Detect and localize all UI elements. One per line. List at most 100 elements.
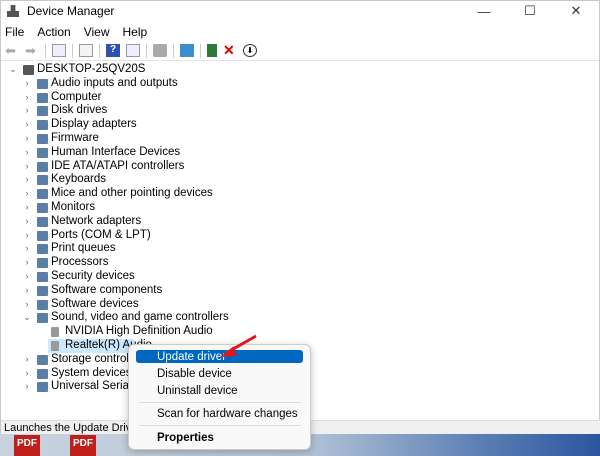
chevron-right-icon[interactable]: › (23, 256, 31, 270)
chevron-right-icon[interactable]: › (23, 77, 31, 91)
action-pane-icon[interactable] (126, 44, 140, 57)
device-icon (37, 230, 48, 241)
chevron-right-icon[interactable]: › (23, 201, 31, 215)
menu-view[interactable]: View (84, 25, 110, 39)
chevron-right-icon[interactable]: › (23, 353, 31, 367)
tree-item[interactable]: › IDE ATA/ATAPI controllers (1, 160, 599, 174)
close-button[interactable]: ✕ (553, 1, 599, 21)
forward-icon[interactable]: ➡ (25, 44, 39, 57)
tree-item[interactable]: › Audio inputs and outputs (1, 77, 599, 91)
chevron-right-icon[interactable]: › (23, 229, 31, 243)
tree-item[interactable]: › Mice and other pointing devices (1, 187, 599, 201)
tree-item[interactable]: › Display adapters (1, 118, 599, 132)
tree-item-label: Software components (51, 283, 163, 296)
tree-item-label: Security devices (51, 269, 135, 282)
tree-item-label: Mice and other pointing devices (51, 187, 213, 200)
tree-item[interactable]: › Disk drives (1, 104, 599, 118)
device-icon (37, 354, 48, 365)
tree-item[interactable]: › Firmware (1, 132, 599, 146)
tree-item-label: Sound, video and game controllers (51, 311, 229, 324)
menu-action[interactable]: Action (37, 25, 70, 39)
menu-update-driver[interactable]: Update driver (157, 350, 226, 364)
device-manager-icon (7, 5, 19, 17)
chevron-right-icon[interactable]: › (23, 91, 31, 105)
tree-item[interactable]: › Keyboards (1, 173, 599, 187)
device-icon (37, 244, 48, 255)
device-icon (37, 106, 48, 117)
device-icon (51, 340, 59, 351)
menu-disable-device[interactable]: Disable device (157, 367, 232, 381)
help-icon[interactable]: ? (106, 44, 120, 57)
properties-icon[interactable] (79, 44, 93, 57)
menu-scan-hardware[interactable]: Scan for hardware changes (157, 407, 298, 421)
tree-item-label: Ports (COM & LPT) (51, 228, 151, 241)
tree-item[interactable]: › Software components (1, 284, 599, 298)
device-icon (37, 147, 48, 158)
disable-icon[interactable]: ⬇ (243, 44, 257, 57)
device-icon (37, 133, 48, 144)
chevron-right-icon[interactable]: › (23, 118, 31, 132)
tree-item-label: Print queues (51, 242, 116, 255)
device-icon (37, 382, 48, 393)
tree-item[interactable]: ⌄ DESKTOP-25QV20S (1, 63, 599, 77)
tree-item[interactable]: ⌄ Sound, video and game controllers (1, 311, 599, 325)
chevron-down-icon[interactable]: ⌄ (9, 63, 17, 77)
tree-item[interactable]: › Computer (1, 91, 599, 105)
uninstall-icon[interactable]: ✕ (223, 43, 237, 57)
tree-item[interactable]: › Human Interface Devices (1, 146, 599, 160)
menu-properties[interactable]: Properties (157, 431, 214, 445)
chevron-right-icon[interactable]: › (23, 146, 31, 160)
chevron-right-icon[interactable]: › (23, 160, 31, 174)
update-driver-icon[interactable] (207, 44, 217, 57)
chevron-right-icon[interactable]: › (23, 298, 31, 312)
device-icon (37, 368, 48, 379)
chevron-down-icon[interactable]: ⌄ (23, 311, 31, 325)
device-icon (37, 313, 48, 324)
chevron-right-icon[interactable]: › (23, 270, 31, 284)
tree-item[interactable]: › Print queues (1, 242, 599, 256)
device-icon (37, 92, 48, 103)
device-icon (37, 175, 48, 186)
chevron-right-icon[interactable]: › (23, 284, 31, 298)
tree-item-label: Disk drives (51, 104, 108, 117)
tree-item[interactable]: › Ports (COM & LPT) (1, 229, 599, 243)
device-icon (37, 120, 48, 131)
tree-item[interactable]: › Network adapters (1, 215, 599, 229)
tree-item[interactable]: › Security devices (1, 270, 599, 284)
device-icon (37, 285, 48, 296)
pdf-desktop-icon[interactable]: PDF (14, 435, 40, 456)
minimize-button[interactable]: — (461, 1, 507, 21)
tree-item[interactable]: › Monitors (1, 201, 599, 215)
device-icon (37, 189, 48, 200)
chevron-right-icon[interactable]: › (23, 215, 31, 229)
menu-bar: File Action View Help (1, 23, 599, 41)
menu-uninstall-device[interactable]: Uninstall device (157, 384, 238, 398)
chevron-right-icon[interactable]: › (23, 242, 31, 256)
tree-item-label: Keyboards (51, 173, 106, 186)
maximize-button[interactable]: ☐ (507, 1, 553, 21)
print-icon[interactable] (153, 44, 167, 57)
chevron-right-icon[interactable]: › (23, 104, 31, 118)
show-hide-console-tree-icon[interactable] (52, 44, 66, 57)
menu-help[interactable]: Help (123, 25, 148, 39)
tree-item-label: DESKTOP-25QV20S (37, 63, 146, 75)
tree-item[interactable]: › Processors (1, 256, 599, 270)
tree-item-label: Audio inputs and outputs (51, 76, 178, 89)
device-icon (51, 327, 59, 338)
chevron-right-icon[interactable]: › (23, 380, 31, 394)
tree-item-label: Processors (51, 256, 109, 269)
tree-item[interactable]: › Software devices (1, 298, 599, 312)
chevron-right-icon[interactable]: › (23, 367, 31, 381)
menu-file[interactable]: File (5, 25, 24, 39)
chevron-right-icon[interactable]: › (23, 173, 31, 187)
device-icon (37, 161, 48, 172)
chevron-right-icon[interactable]: › (23, 187, 31, 201)
tree-item[interactable]: NVIDIA High Definition Audio (1, 325, 599, 339)
scan-hardware-icon[interactable] (180, 44, 194, 57)
back-icon[interactable]: ⬅ (5, 44, 19, 57)
device-icon (37, 258, 48, 269)
chevron-right-icon[interactable]: › (23, 132, 31, 146)
device-icon (37, 271, 48, 282)
pdf-desktop-icon[interactable]: PDF (70, 435, 96, 456)
tree-item-label: Computer (51, 90, 102, 103)
